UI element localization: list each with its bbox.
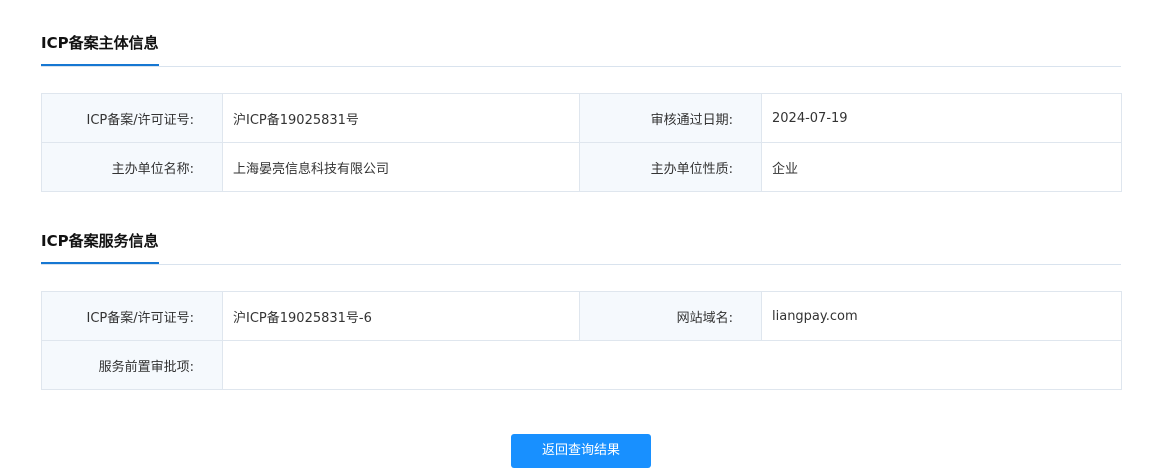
organizer-name-value: 上海晏亮信息科技有限公司: [222, 142, 580, 192]
table-row: ICP备案/许可证号: 沪ICP备19025831号-6 网站域名: liang…: [41, 291, 1122, 341]
pre-approval-value: [222, 340, 1122, 390]
table-row: ICP备案/许可证号: 沪ICP备19025831号 审核通过日期: 2024-…: [41, 93, 1122, 143]
approval-date-value: 2024-07-19: [761, 93, 1122, 143]
table-row: 服务前置审批项:: [41, 340, 1122, 390]
subject-info-table: ICP备案/许可证号: 沪ICP备19025831号 审核通过日期: 2024-…: [41, 93, 1122, 192]
service-license-number-value: 沪ICP备19025831号-6: [222, 291, 580, 341]
domain-label: 网站域名:: [579, 291, 762, 341]
service-section-header: ICP备案服务信息: [41, 230, 1121, 265]
approval-date-label: 审核通过日期:: [579, 93, 762, 143]
table-row: 主办单位名称: 上海晏亮信息科技有限公司 主办单位性质: 企业: [41, 142, 1122, 192]
service-license-number-label: ICP备案/许可证号:: [41, 291, 223, 341]
license-number-value: 沪ICP备19025831号: [222, 93, 580, 143]
pre-approval-label: 服务前置审批项:: [41, 340, 223, 390]
organizer-type-label: 主办单位性质:: [579, 142, 762, 192]
domain-value: liangpay.com: [761, 291, 1122, 341]
organizer-type-value: 企业: [761, 142, 1122, 192]
service-info-table: ICP备案/许可证号: 沪ICP备19025831号-6 网站域名: liang…: [41, 291, 1122, 390]
subject-section-header: ICP备案主体信息: [41, 32, 1121, 67]
organizer-name-label: 主办单位名称:: [41, 142, 223, 192]
license-number-label: ICP备案/许可证号:: [41, 93, 223, 143]
subject-section-title: ICP备案主体信息: [41, 32, 159, 66]
service-section-title: ICP备案服务信息: [41, 230, 159, 264]
back-to-results-button[interactable]: 返回查询结果: [511, 434, 651, 468]
